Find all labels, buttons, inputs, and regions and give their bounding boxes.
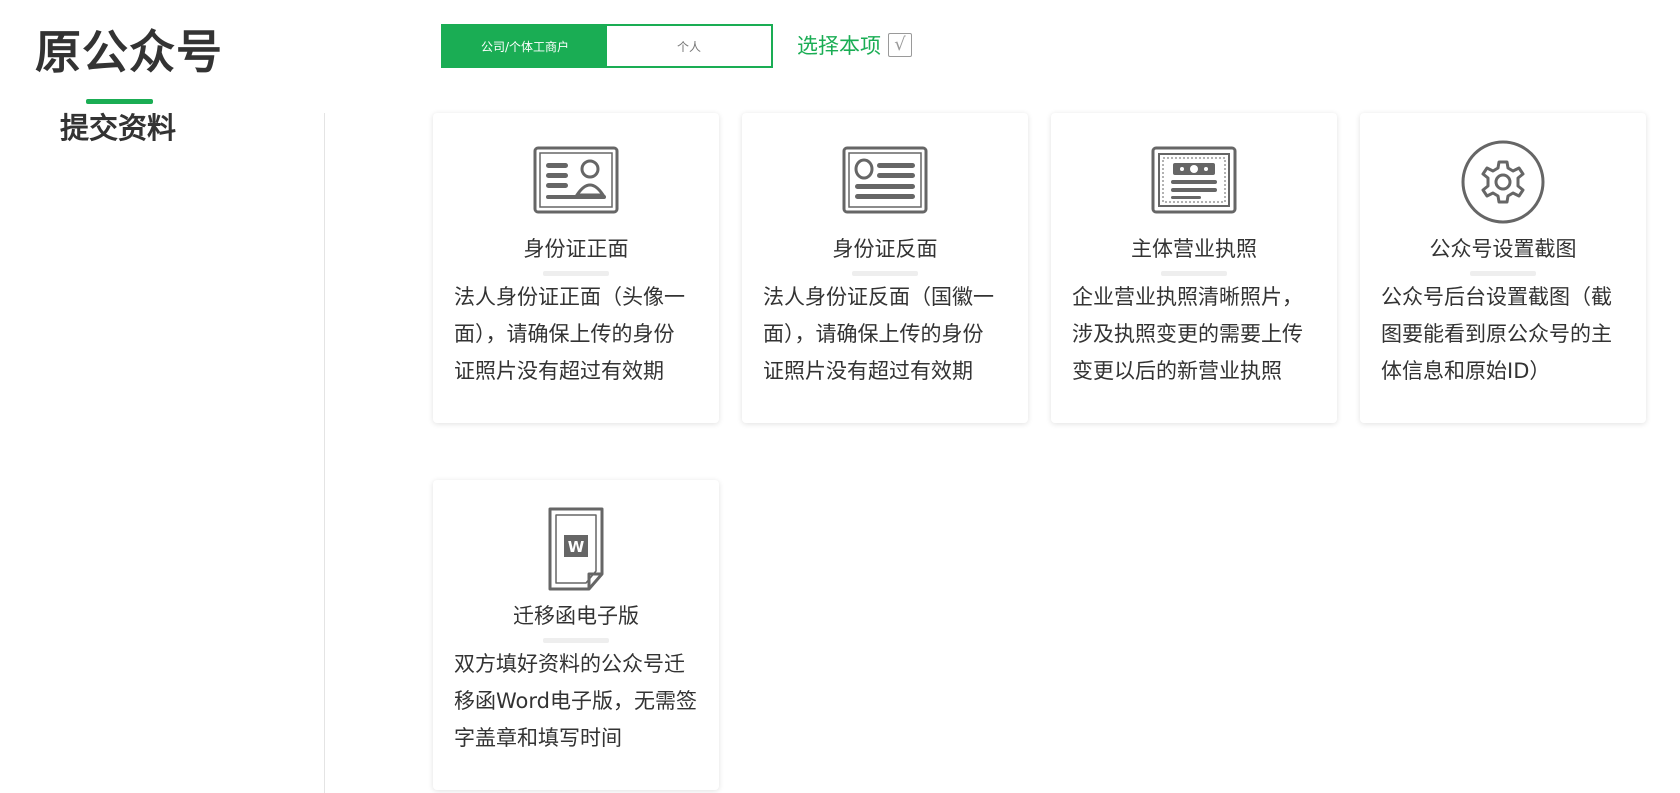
card-description: 法人身份证反面（国徽一 面），请确保上传的身份 证照片没有超过有效期 [763, 279, 1013, 390]
card-title: 主体营业执照 [1131, 237, 1257, 261]
card-description-line: 图要能看到原公众号的主 [1381, 322, 1612, 346]
card-title: 身份证反面 [832, 237, 938, 261]
card-title: 迁移函电子版 [513, 604, 639, 628]
active-step-indicator [86, 99, 153, 104]
card-title-underline [543, 271, 609, 276]
card-description-line: 移函Word电子版，无需签 [454, 689, 697, 713]
toggle-option-individual[interactable]: 个人 [607, 26, 771, 66]
card-description-line: 字盖章和填写时间 [454, 726, 622, 750]
card-description: 公众号后台设置截图（截 图要能看到原公众号的主 体信息和原始ID） [1381, 279, 1631, 390]
toggle-option-company[interactable]: 公司/个体工商户 [443, 26, 607, 66]
step-title: 提交资料 [60, 111, 177, 145]
business-license-icon [1151, 139, 1237, 225]
select-item-label: 选择本项 [797, 34, 881, 58]
card-description-line: 面），请确保上传的身份 [763, 322, 984, 346]
card-title-underline [1161, 271, 1227, 276]
card-title-underline [543, 638, 609, 643]
card-description-line: 证照片没有超过有效期 [454, 359, 664, 383]
page-title: 原公众号 [35, 25, 223, 79]
card-description: 双方填好资料的公众号迁 移函Word电子版，无需签 字盖章和填写时间 [454, 646, 704, 757]
card-description: 法人身份证正面（头像一 面），请确保上传的身份 证照片没有超过有效期 [454, 279, 704, 390]
card-description-line: 法人身份证正面（头像一 [454, 285, 685, 309]
card-description-line: 变更以后的新营业执照 [1072, 359, 1282, 383]
upload-card-transfer-letter[interactable]: W 迁移函电子版 双方填好资料的公众号迁 移函Word电子版，无需签 字盖章和填… [433, 480, 719, 790]
card-description-line: 面），请确保上传的身份 [454, 322, 675, 346]
upload-card-business-license[interactable]: 主体营业执照 企业营业执照清晰照片， 涉及执照变更的需要上传 变更以后的新营业执… [1051, 113, 1337, 423]
id-card-back-icon [842, 139, 928, 225]
card-description-line: 法人身份证反面（国徽一 [763, 285, 994, 309]
card-title: 身份证正面 [523, 237, 629, 261]
card-description-line: 企业营业执照清晰照片， [1072, 285, 1303, 309]
card-description-line: 涉及执照变更的需要上传 [1072, 322, 1303, 346]
card-description-line: 证照片没有超过有效期 [763, 359, 973, 383]
select-item-control[interactable]: 选择本项 √ [797, 28, 912, 62]
upload-card-id-front[interactable]: 身份证正面 法人身份证正面（头像一 面），请确保上传的身份 证照片没有超过有效期 [433, 113, 719, 423]
column-divider [324, 113, 325, 793]
upload-card-settings-screenshot[interactable]: 公众号设置截图 公众号后台设置截图（截 图要能看到原公众号的主 体信息和原始ID… [1360, 113, 1646, 423]
svg-text:W: W [568, 538, 585, 556]
card-title-underline [1470, 271, 1536, 276]
id-card-front-icon [533, 139, 619, 225]
card-description-line: 体信息和原始ID） [1381, 359, 1551, 383]
entity-type-toggle: 公司/个体工商户 个人 [441, 24, 773, 68]
gear-icon [1460, 139, 1546, 225]
card-title-underline [852, 271, 918, 276]
card-description-line: 双方填好资料的公众号迁 [454, 652, 685, 676]
card-description: 企业营业执照清晰照片， 涉及执照变更的需要上传 变更以后的新营业执照 [1072, 279, 1322, 390]
word-document-icon: W [533, 506, 619, 592]
card-title: 公众号设置截图 [1429, 237, 1577, 261]
checkbox-icon[interactable]: √ [888, 33, 912, 57]
upload-card-id-back[interactable]: 身份证反面 法人身份证反面（国徽一 面），请确保上传的身份 证照片没有超过有效期 [742, 113, 1028, 423]
card-description-line: 公众号后台设置截图（截 [1381, 285, 1612, 309]
